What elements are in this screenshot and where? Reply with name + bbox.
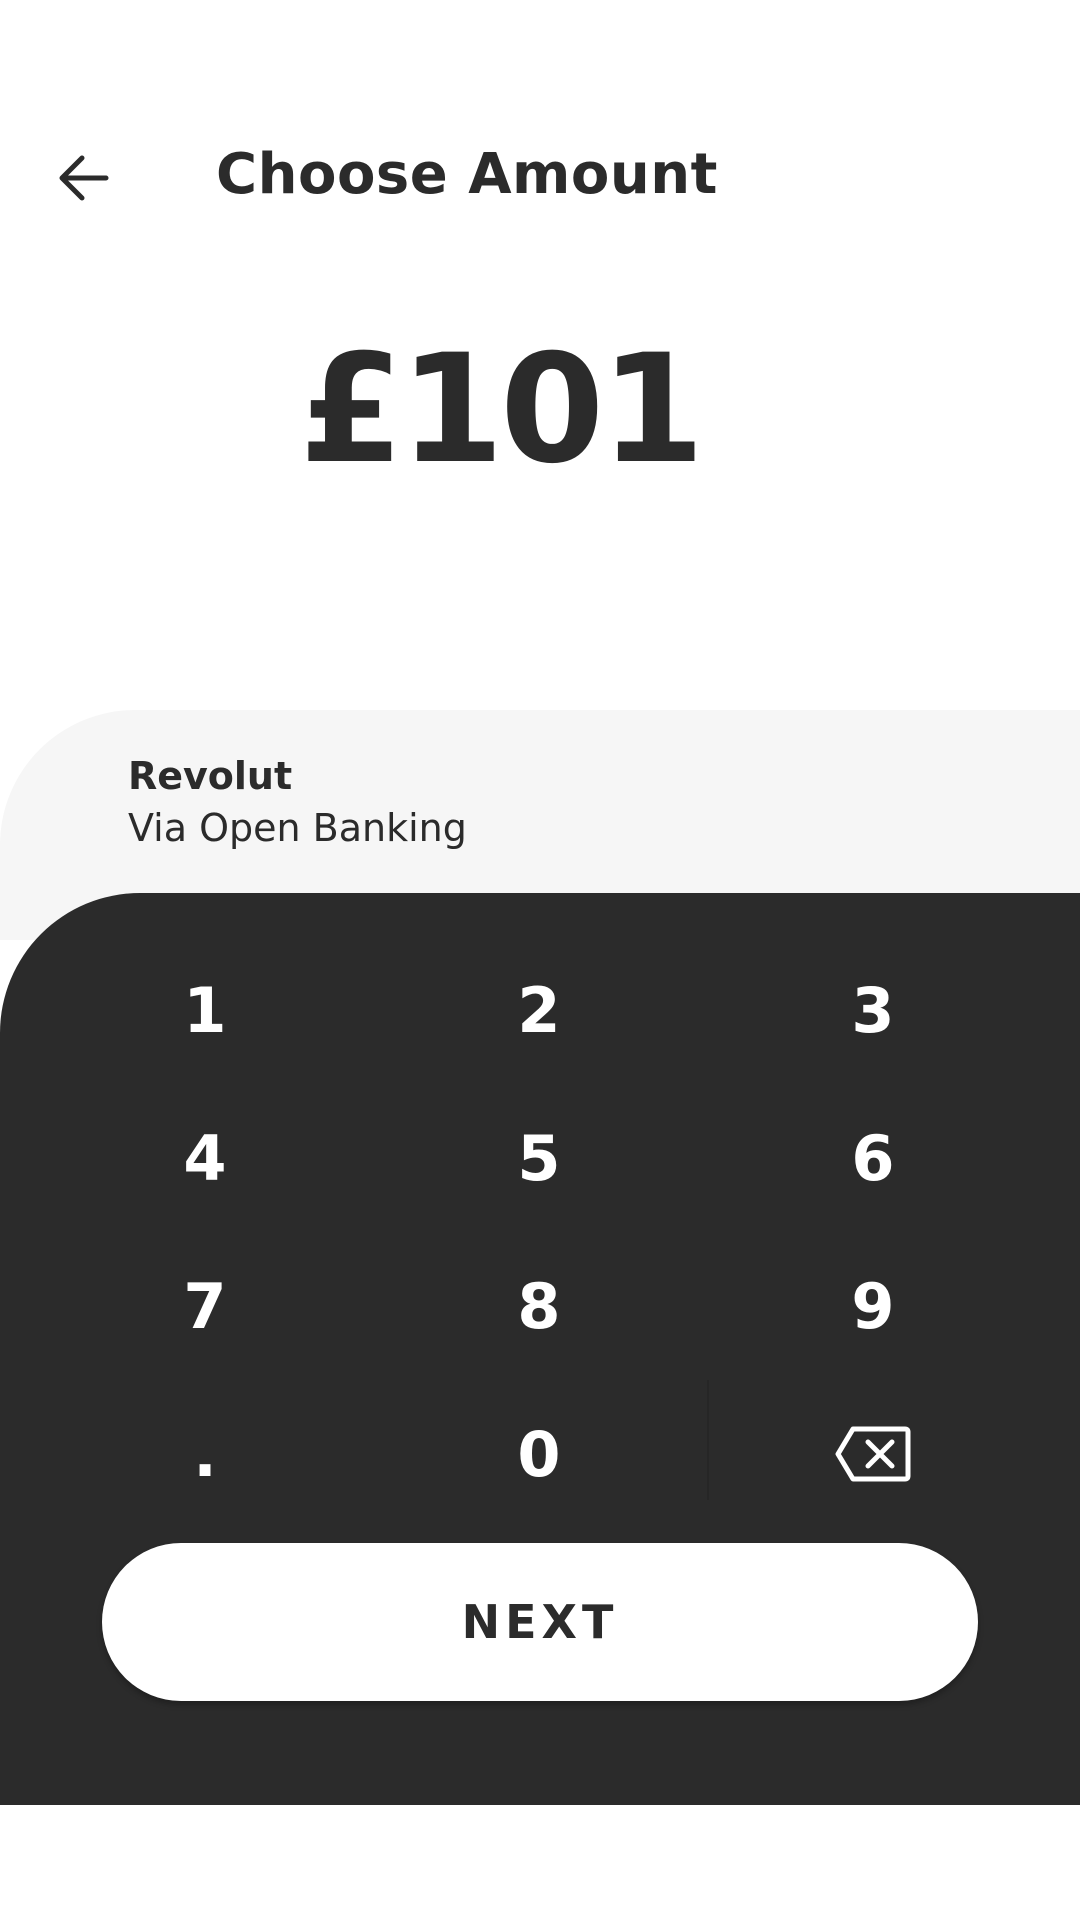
key-2[interactable]: 2: [372, 936, 706, 1084]
backspace-key[interactable]: [706, 1380, 1040, 1528]
backspace-icon: [835, 1426, 911, 1482]
key-1[interactable]: 1: [38, 936, 372, 1084]
key-7[interactable]: 7: [38, 1232, 372, 1380]
key-3[interactable]: 3: [706, 936, 1040, 1084]
amount-display: £101: [299, 323, 704, 497]
keypad-panel: 1 2 3 4 5 6 7 8 9 . 0 NEXT: [0, 893, 1080, 1805]
key-6[interactable]: 6: [706, 1084, 1040, 1232]
payment-method-name: Revolut: [128, 754, 293, 798]
key-8[interactable]: 8: [372, 1232, 706, 1380]
next-button[interactable]: NEXT: [102, 1543, 978, 1701]
key-4[interactable]: 4: [38, 1084, 372, 1232]
key-0[interactable]: 0: [372, 1380, 706, 1528]
key-9[interactable]: 9: [706, 1232, 1040, 1380]
page-title: Choose Amount: [216, 142, 718, 207]
key-5[interactable]: 5: [372, 1084, 706, 1232]
arrow-left-icon: [59, 155, 109, 201]
key-decimal[interactable]: .: [38, 1380, 372, 1528]
payment-method-via: Via Open Banking: [128, 806, 467, 850]
back-button[interactable]: [36, 130, 132, 226]
app-header: Choose Amount: [0, 100, 1080, 250]
